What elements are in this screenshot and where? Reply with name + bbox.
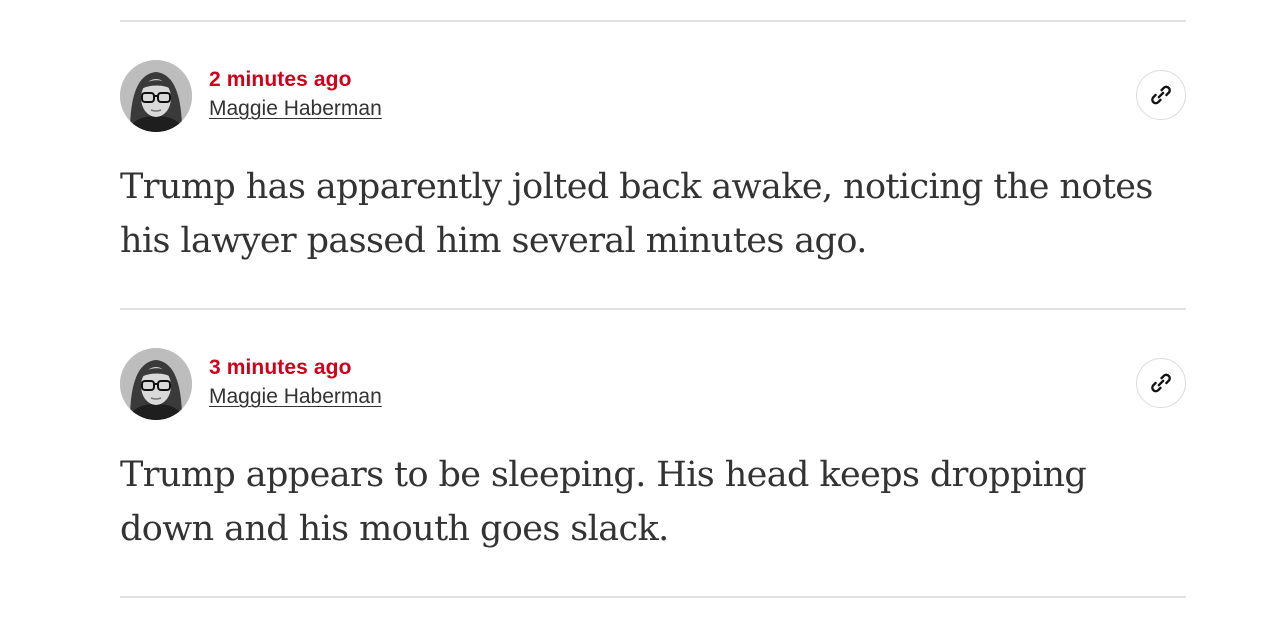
- live-update-entry: 3 minutes ago Maggie Haberman Trump appe…: [120, 310, 1186, 596]
- author-avatar: [120, 348, 192, 420]
- link-icon: [1151, 373, 1171, 393]
- link-icon: [1151, 85, 1171, 105]
- entry-meta: 2 minutes ago Maggie Haberman: [209, 66, 382, 124]
- entry-meta: 3 minutes ago Maggie Haberman: [209, 354, 382, 412]
- entry-body: Trump has apparently jolted back awake, …: [120, 167, 1153, 261]
- entry-header: 2 minutes ago Maggie Haberman: [120, 60, 1186, 132]
- author-link[interactable]: Maggie Haberman: [209, 94, 382, 124]
- author-link[interactable]: Maggie Haberman: [209, 382, 382, 412]
- entry-body: Trump appears to be sleeping. His head k…: [120, 455, 1087, 549]
- author-avatar: [120, 60, 192, 132]
- copy-link-button[interactable]: [1136, 70, 1186, 120]
- entry-timestamp: 3 minutes ago: [209, 356, 352, 379]
- live-update-entry: 2 minutes ago Maggie Haberman Trump has …: [120, 22, 1186, 308]
- entry-timestamp: 2 minutes ago: [209, 68, 352, 91]
- copy-link-button[interactable]: [1136, 358, 1186, 408]
- author-portrait-image: [120, 60, 192, 132]
- author-portrait-image: [120, 348, 192, 420]
- entry-header: 3 minutes ago Maggie Haberman: [120, 348, 1186, 420]
- divider: [120, 596, 1186, 598]
- live-updates-feed: 2 minutes ago Maggie Haberman Trump has …: [120, 0, 1186, 598]
